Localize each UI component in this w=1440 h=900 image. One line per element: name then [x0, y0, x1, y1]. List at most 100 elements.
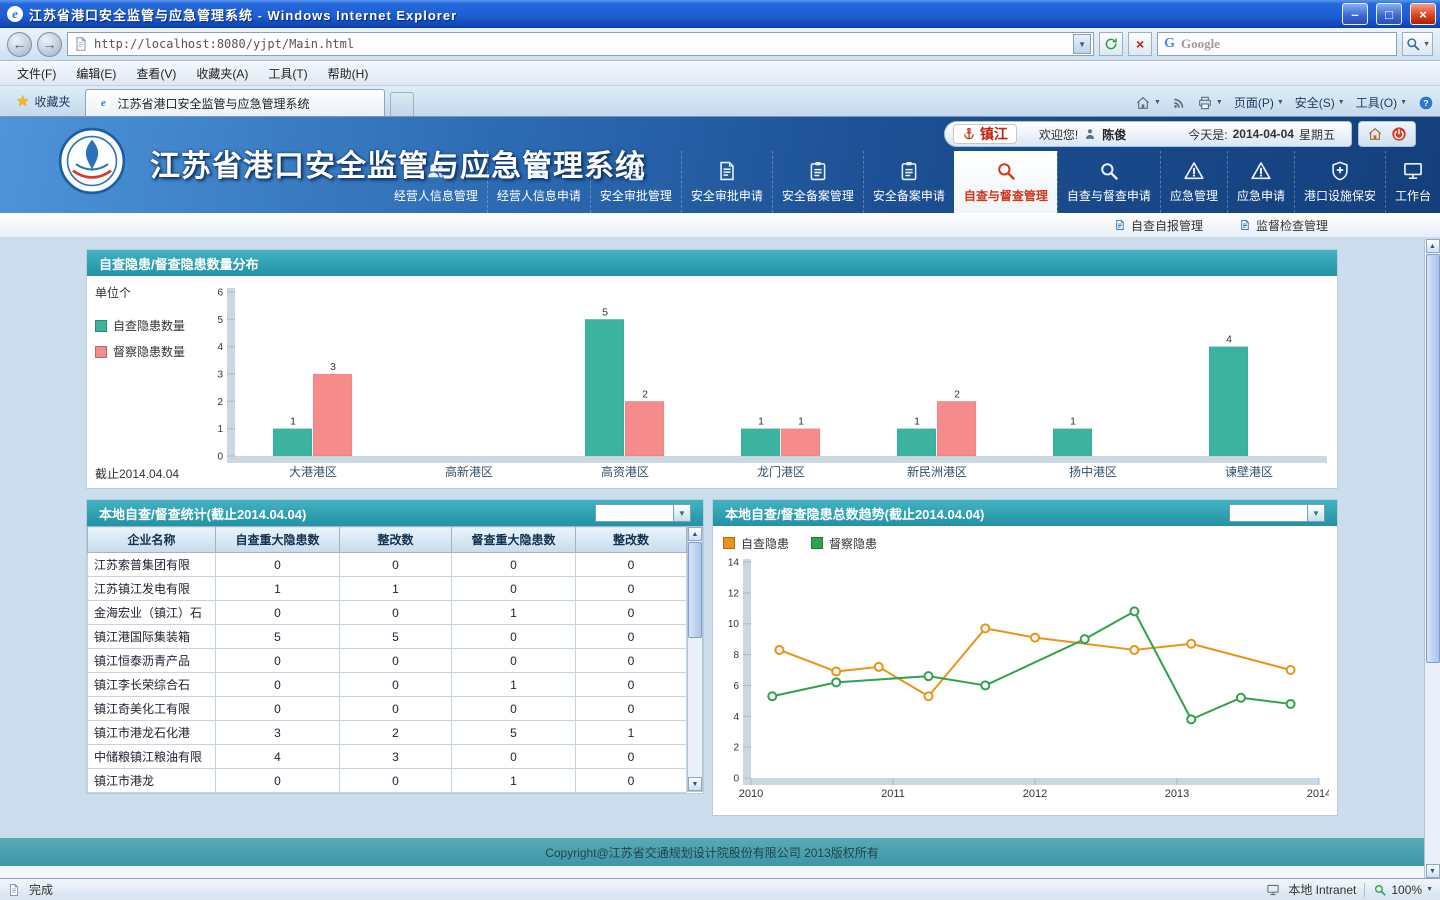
stop-button[interactable]: ×	[1128, 32, 1152, 56]
menu-edit[interactable]: 编辑(E)	[67, 62, 125, 85]
menu-view[interactable]: 查看(V)	[127, 62, 185, 85]
vertical-scrollbar[interactable]: ▲ ▼	[1424, 239, 1440, 878]
bar-chart-svg: 0123456大港港区13高新港区高资港区52龙门港区11新民洲港区12扬中港区…	[199, 280, 1337, 486]
svg-text:6: 6	[217, 288, 223, 299]
company-name-cell: 镇江港国际集装箱	[88, 625, 216, 649]
home-shortcut-icon[interactable]	[1367, 126, 1383, 142]
nav-item-operator-info-apply[interactable]: 经营人信息申请	[487, 151, 590, 213]
legend-label: 督察隐患数量	[113, 343, 185, 360]
maximize-button[interactable]: □	[1376, 3, 1402, 25]
back-button[interactable]: ←	[7, 32, 32, 57]
legend-item-self-inspection: 自查隐患数量	[95, 317, 199, 334]
table-row[interactable]: 金海宏业（镇江）石0010	[88, 601, 687, 625]
tab-main[interactable]: e 江苏省港口安全监管与应急管理系统	[85, 89, 385, 116]
value-cell: 0	[452, 745, 576, 769]
nav-item-operator-info-mgmt[interactable]: 经营人信息管理	[385, 151, 487, 213]
nav-label: 自查与督查申请	[1067, 187, 1151, 204]
stats-filter-dropdown[interactable]: ▼	[595, 504, 691, 522]
trend-filter-dropdown[interactable]: ▼	[1229, 504, 1325, 522]
bar-chart-body: 单位个 自查隐患数量 督察隐患数量 截止2014.04.04 0123456大港…	[87, 276, 1337, 488]
new-tab-button[interactable]	[390, 92, 414, 116]
nav-item-self-inspection-apply[interactable]: 自查与督查申请	[1057, 151, 1160, 213]
svg-text:谏壁港区: 谏壁港区	[1225, 464, 1273, 479]
main-nav: 经营人信息管理 经营人信息申请 安全审批管理 安全审批申请 安全备案管理 安全备…	[286, 151, 1440, 213]
scroll-down-arrow[interactable]: ▼	[1426, 864, 1440, 878]
legend-label: 自查隐患	[741, 535, 789, 552]
svg-text:1: 1	[798, 416, 804, 428]
city-badge: 镇江	[953, 124, 1017, 144]
nav-item-self-inspection-mgmt[interactable]: 自查与督查管理	[954, 151, 1057, 213]
value-cell: 0	[576, 697, 687, 721]
svg-text:0: 0	[733, 774, 739, 785]
nav-item-port-facility-security[interactable]: 港口设施保安	[1294, 151, 1385, 213]
sub-item-supervision-check-mgmt[interactable]: 监督检查管理	[1239, 217, 1328, 234]
scroll-up-arrow[interactable]: ▲	[1426, 239, 1440, 253]
svg-text:1: 1	[758, 416, 764, 428]
company-name-cell: 金海宏业（镇江）石	[88, 601, 216, 625]
table-row[interactable]: 中储粮镇江粮油有限4300	[88, 745, 687, 769]
value-cell: 1	[452, 769, 576, 793]
address-input[interactable]: http://localhost:8080/yjpt/Main.html ▼	[67, 32, 1094, 56]
svg-text:?: ?	[1423, 98, 1428, 108]
document-icon	[716, 160, 738, 182]
address-dropdown[interactable]: ▼	[1073, 34, 1091, 54]
legend-item-supervision: 督察隐患数量	[95, 343, 199, 360]
value-cell: 3	[340, 745, 452, 769]
logout-icon[interactable]	[1391, 126, 1407, 142]
search-button[interactable]: ▼	[1402, 32, 1433, 56]
table-panel-header: 本地自查/督查统计(截止2014.04.04) ▼	[87, 500, 703, 526]
search-input[interactable]: G Google	[1157, 32, 1397, 56]
svg-text:1: 1	[914, 416, 920, 428]
ie-icon: e	[7, 6, 23, 22]
scrollb ar-thumb[interactable]	[1426, 254, 1440, 663]
menu-tools[interactable]: 工具(T)	[259, 62, 316, 85]
nav-item-safety-approval-mgmt[interactable]: 安全审批管理	[590, 151, 681, 213]
zoom-control[interactable]: 100% ▼	[1373, 883, 1433, 897]
nav-item-safety-approval-apply[interactable]: 安全审批申请	[681, 151, 772, 213]
help-button[interactable]: ?	[1418, 95, 1434, 111]
shield-icon	[1329, 160, 1351, 182]
menu-file[interactable]: 文件(F)	[8, 62, 65, 85]
nav-item-workbench[interactable]: 工作台	[1385, 151, 1440, 213]
refresh-button[interactable]	[1099, 32, 1123, 56]
print-button[interactable]: ▼	[1197, 95, 1223, 111]
page-menu-button[interactable]: 页面(P)▼	[1234, 94, 1284, 111]
table-row[interactable]: 镇江港国际集装箱5500	[88, 625, 687, 649]
home-button[interactable]: ▼	[1135, 95, 1161, 111]
close-button[interactable]: ×	[1410, 3, 1436, 25]
tools-menu-button[interactable]: 工具(O)▼	[1356, 94, 1407, 111]
nav-item-safety-record-apply[interactable]: 安全备案申请	[863, 151, 954, 213]
nav-item-emergency-apply[interactable]: 应急申请	[1227, 151, 1294, 213]
table-row[interactable]: 镇江恒泰沥青产品0000	[88, 649, 687, 673]
menu-help[interactable]: 帮助(H)	[319, 62, 378, 85]
safety-menu-button[interactable]: 安全(S)▼	[1295, 94, 1345, 111]
forward-button[interactable]: →	[37, 32, 62, 57]
svg-text:2011: 2011	[881, 788, 905, 800]
warning-icon	[1250, 160, 1272, 182]
trend-chart-body: 自查隐患 督察隐患 024681012142010201120122013201…	[713, 526, 1337, 815]
table-row[interactable]: 镇江奇美化工有限0000	[88, 697, 687, 721]
sub-item-self-report-mgmt[interactable]: 自查自报管理	[1114, 217, 1203, 234]
table-row[interactable]: 镇江李长荣综合石0010	[88, 673, 687, 697]
favorites-star-icon: ★	[16, 92, 29, 110]
value-cell: 0	[452, 553, 576, 577]
value-cell: 5	[340, 625, 452, 649]
trend-chart-panel: 本地自查/督查隐患总数趋势(截止2014.04.04) ▼ 自查隐患 督察隐患 …	[712, 499, 1338, 816]
table-scrollbar[interactable]: ▲ ▼	[687, 526, 703, 792]
home-icon	[1135, 95, 1151, 111]
table-row[interactable]: 镇江市港龙0010	[88, 769, 687, 793]
scroll-down-arrow[interactable]: ▼	[688, 777, 702, 791]
svg-text:0: 0	[217, 452, 223, 463]
table-row[interactable]: 镇江市港龙石化港3251	[88, 721, 687, 745]
favorites-button[interactable]: ★ 收藏夹	[6, 89, 80, 113]
scrollbar-thumb[interactable]	[688, 542, 702, 638]
table-row[interactable]: 江苏镇江发电有限1100	[88, 577, 687, 601]
stats-table: 企业名称 自查重大隐患数 整改数 督查重大隐患数 整改数 江苏索普集团有限000…	[87, 526, 687, 793]
nav-item-safety-record-mgmt[interactable]: 安全备案管理	[772, 151, 863, 213]
feeds-button[interactable]	[1172, 96, 1186, 110]
menu-favorites[interactable]: 收藏夹(A)	[187, 62, 257, 85]
table-row[interactable]: 江苏索普集团有限0000	[88, 553, 687, 577]
minimize-button[interactable]: –	[1342, 3, 1368, 25]
scroll-up-arrow[interactable]: ▲	[688, 527, 702, 541]
nav-item-emergency-mgmt[interactable]: 应急管理	[1160, 151, 1227, 213]
